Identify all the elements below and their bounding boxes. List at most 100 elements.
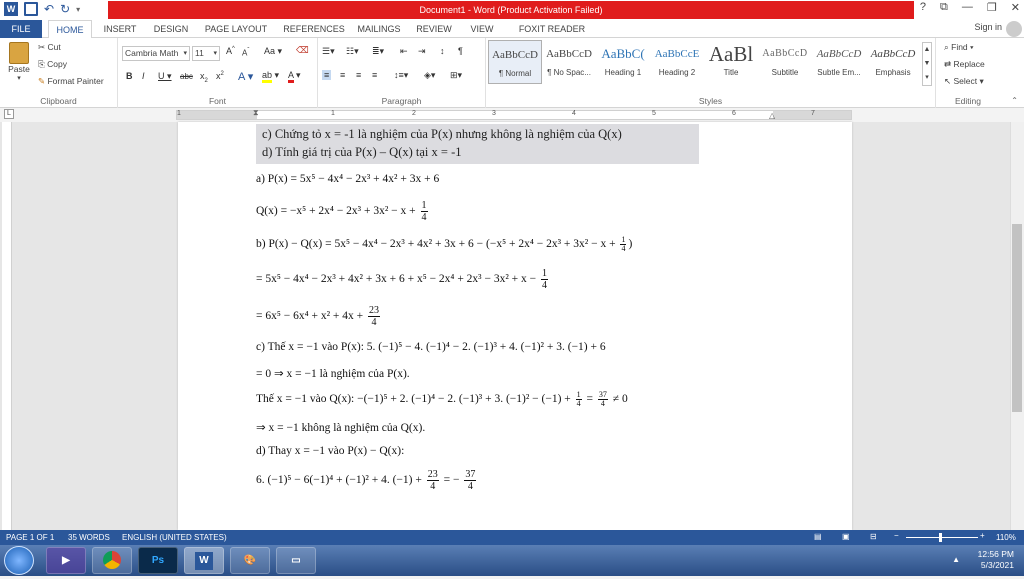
- subscript-button[interactable]: x2: [200, 71, 208, 84]
- vertical-ruler[interactable]: [2, 122, 12, 530]
- justify-icon[interactable]: ≡: [372, 70, 377, 80]
- tab-home[interactable]: HOME: [48, 20, 92, 39]
- start-button[interactable]: [4, 546, 34, 575]
- find-button[interactable]: ⌕ Find ▾: [944, 42, 974, 53]
- minimize-button[interactable]: —: [962, 1, 973, 14]
- print-layout-icon[interactable]: ▣: [842, 532, 850, 541]
- undo-icon[interactable]: ↶: [44, 2, 54, 16]
- taskbar-paint[interactable]: 🎨: [230, 547, 270, 574]
- taskbar-word[interactable]: W: [184, 547, 224, 574]
- zoom-level[interactable]: 110%: [996, 533, 1016, 542]
- save-icon[interactable]: [24, 2, 38, 16]
- style-subtitle[interactable]: AaBbCcD Subtitle: [758, 40, 812, 84]
- help-button[interactable]: ?: [920, 1, 926, 14]
- word-count[interactable]: 35 WORDS: [68, 533, 110, 542]
- read-mode-icon[interactable]: ▤: [814, 532, 822, 541]
- tab-file[interactable]: FILE: [0, 20, 42, 38]
- borders-icon[interactable]: ⊞▾: [450, 70, 462, 81]
- text-effects-icon[interactable]: A ▾: [238, 70, 253, 83]
- tab-review[interactable]: REVIEW: [414, 20, 454, 38]
- zoom-slider-thumb[interactable]: [939, 533, 942, 542]
- numbering-icon[interactable]: ☷▾: [346, 46, 359, 57]
- align-center-icon[interactable]: ≡: [340, 70, 345, 80]
- underline-button[interactable]: U ▾: [158, 71, 172, 82]
- redo-icon[interactable]: ↻: [60, 2, 70, 16]
- style-emphasis[interactable]: AaBbCcD Emphasis: [866, 40, 920, 84]
- horizontal-ruler-row: L 1 1 2 3 4 5 6 7 ⧗ △: [0, 108, 1024, 122]
- align-left-icon[interactable]: ≡: [322, 70, 332, 80]
- font-name-select[interactable]: Cambria Math ▾: [122, 46, 190, 61]
- font-color-icon[interactable]: A ▾: [288, 70, 301, 83]
- tab-mailings[interactable]: MAILINGS: [354, 20, 404, 38]
- right-indent-marker[interactable]: △: [769, 111, 775, 120]
- tab-insert[interactable]: INSERT: [100, 20, 140, 38]
- shrink-font-button[interactable]: Aˇ: [242, 48, 249, 58]
- tab-view[interactable]: VIEW: [466, 20, 498, 38]
- sort-icon[interactable]: ↕: [440, 46, 445, 56]
- italic-button[interactable]: I: [142, 71, 145, 81]
- tray-arrow-icon[interactable]: ▲: [952, 555, 960, 564]
- replace-button[interactable]: ⇄ Replace: [944, 59, 985, 70]
- fraction: 23 4: [426, 469, 439, 492]
- close-button[interactable]: ✕: [1011, 1, 1020, 14]
- zoom-in-button[interactable]: +: [980, 531, 985, 540]
- clear-formatting-icon[interactable]: ⌫: [296, 45, 309, 56]
- styles-scroll[interactable]: ▲ ▼ ▾: [922, 42, 932, 86]
- pasted-image-excerpt[interactable]: c) Chứng tỏ x = -1 là nghiệm của P(x) nh…: [256, 124, 699, 164]
- pilcrow-icon[interactable]: ¶: [458, 46, 463, 56]
- cut-button[interactable]: ✂ Cut: [38, 42, 61, 53]
- paste-button[interactable]: Paste ▾: [6, 42, 32, 82]
- line-spacing-icon[interactable]: ↕≡▾: [394, 70, 408, 81]
- ruler-number: 5: [652, 110, 656, 117]
- vertical-scrollbar[interactable]: [1010, 122, 1024, 530]
- highlight-icon[interactable]: ab ▾: [262, 70, 279, 83]
- avatar[interactable]: [1006, 21, 1022, 37]
- indent-marker[interactable]: ⧗: [253, 108, 259, 118]
- taskbar-photoshop[interactable]: Ps: [138, 547, 178, 574]
- language-indicator[interactable]: ENGLISH (UNITED STATES): [122, 533, 227, 542]
- style-no-spacing[interactable]: AaBbCcD ¶ No Spac...: [542, 40, 596, 84]
- taskbar-app-1[interactable]: ▶: [46, 547, 86, 574]
- copy-button[interactable]: ⎘ Copy: [38, 59, 67, 70]
- tab-page-layout[interactable]: PAGE LAYOUT: [202, 20, 270, 38]
- tab-foxit-reader-pdf[interactable]: FOXIT READER PDF: [510, 20, 594, 52]
- zoom-slider[interactable]: [906, 537, 978, 538]
- shading-icon[interactable]: ◈▾: [424, 70, 435, 81]
- style-subtle-emphasis[interactable]: AaBbCcD Subtle Em...: [812, 40, 866, 84]
- clipboard-icon: [9, 42, 29, 64]
- system-clock[interactable]: 12:56 PM 5/3/2021: [978, 549, 1014, 571]
- decrease-indent-icon[interactable]: ⇤: [400, 46, 408, 57]
- web-layout-icon[interactable]: ⊟: [870, 532, 877, 541]
- font-size-select[interactable]: 11 ▾: [192, 46, 220, 61]
- sign-in-link[interactable]: Sign in: [974, 22, 1002, 32]
- bullets-icon[interactable]: ☰▾: [322, 46, 335, 57]
- bold-button[interactable]: B: [126, 71, 133, 81]
- style-heading-2[interactable]: AaBbCcE Heading 2: [650, 40, 704, 84]
- select-button[interactable]: ↖ Select ▾: [944, 76, 984, 87]
- collapse-ribbon-icon[interactable]: ⌃: [1011, 96, 1018, 105]
- equation-line-d2: 6. (−1)⁵ − 6(−1)⁴ + (−1)² + 4. (−1) + 23…: [256, 469, 477, 492]
- ribbon-display-button[interactable]: ⧉: [940, 1, 948, 14]
- superscript-button[interactable]: x2: [216, 71, 224, 81]
- align-right-icon[interactable]: ≡: [356, 70, 361, 80]
- customize-qat-icon[interactable]: ▾: [76, 5, 80, 14]
- taskbar-chrome[interactable]: [92, 547, 132, 574]
- page-count[interactable]: PAGE 1 OF 1: [6, 533, 54, 542]
- restore-button[interactable]: ❐: [987, 1, 997, 14]
- style-title[interactable]: AaBl Title: [704, 40, 758, 84]
- taskbar-files[interactable]: ▭: [276, 547, 316, 574]
- change-case-button[interactable]: Aa ▾: [264, 46, 282, 57]
- strikethrough-button[interactable]: abc: [180, 72, 193, 81]
- increase-indent-icon[interactable]: ⇥: [418, 46, 426, 57]
- tab-references[interactable]: REFERENCES: [282, 20, 346, 38]
- multilevel-list-icon[interactable]: ≣▾: [372, 46, 384, 57]
- zoom-out-button[interactable]: −: [894, 531, 899, 540]
- tab-design[interactable]: DESIGN: [150, 20, 192, 38]
- format-painter-button[interactable]: ✎ Format Painter: [38, 76, 104, 87]
- scrollbar-thumb[interactable]: [1012, 224, 1022, 412]
- grow-font-button[interactable]: A^: [226, 46, 235, 56]
- style-normal[interactable]: AaBbCcD ¶ Normal: [488, 40, 542, 84]
- tab-selector[interactable]: L: [4, 109, 14, 119]
- style-heading-1[interactable]: AaBbC(Heading 1: [596, 40, 650, 84]
- horizontal-ruler[interactable]: 1 1 2 3 4 5 6 7 ⧗ △: [176, 108, 852, 120]
